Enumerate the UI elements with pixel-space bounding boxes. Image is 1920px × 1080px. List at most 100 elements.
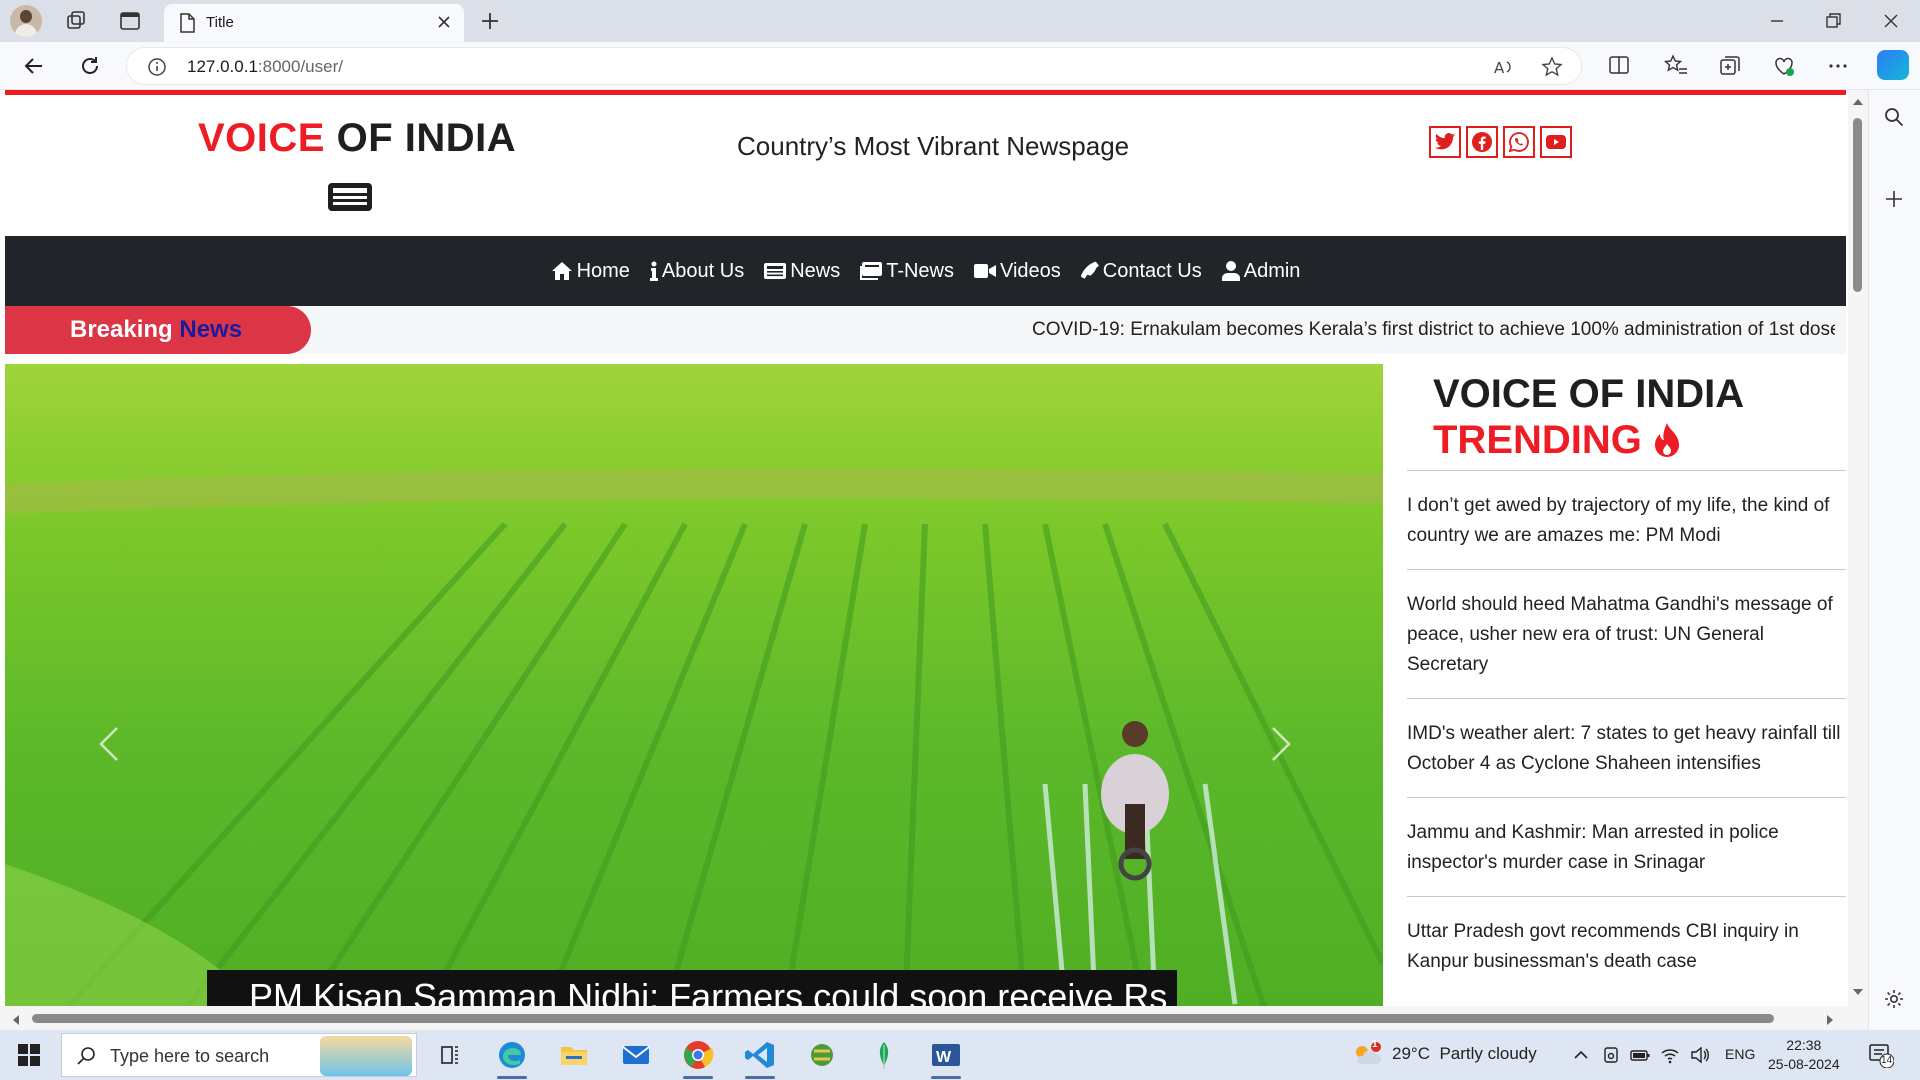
facebook-icon[interactable] [1466,126,1498,158]
trending-item[interactable]: I don’t get awed by trajectory of my lif… [1407,470,1846,569]
youtube-icon[interactable] [1540,126,1572,158]
active-app-indicator [931,1076,961,1079]
breaking-news-bar: Breaking News COVID-19: Ernakulam become… [5,306,1846,354]
nav-admin[interactable]: Admin [1221,259,1301,283]
mongodb-icon[interactable] [866,1037,902,1073]
twitter-icon[interactable] [1429,126,1461,158]
copilot-icon[interactable] [1877,50,1909,80]
collections-icon[interactable] [1718,54,1742,78]
carousel-prev-icon[interactable] [97,724,121,764]
battery-icon[interactable] [1630,1046,1650,1064]
trending-item[interactable]: Uttar Pradesh govt recommends CBI inquir… [1407,896,1846,995]
wifi-icon[interactable] [1660,1046,1680,1064]
nav-home-label: Home [576,259,630,282]
chrome-icon[interactable] [680,1037,716,1073]
tab-title: Title [206,14,234,31]
carousel-next-icon[interactable] [1269,724,1293,764]
nav-news-label: News [790,259,841,282]
split-screen-icon[interactable] [1608,54,1630,76]
back-icon[interactable] [22,54,46,78]
device-icon[interactable] [1602,1046,1620,1064]
volume-icon[interactable] [1690,1046,1710,1064]
horizontal-scroll-thumb[interactable] [32,1014,1774,1023]
trending-item[interactable]: IMD's weather alert: 7 states to get hea… [1407,698,1846,797]
task-view-icon[interactable] [432,1037,468,1073]
address-bar-row: 127.0.0.1:8000/user/ A [0,42,1920,90]
horizontal-scrollbar[interactable] [0,1006,1848,1030]
nav-contact-us-label: Contact Us [1102,259,1202,282]
browser-essentials-icon[interactable] [1772,54,1796,78]
home-icon [551,261,573,281]
scroll-down-icon[interactable] [1852,988,1864,996]
python-snake-app-icon[interactable] [804,1037,840,1073]
trending-item[interactable]: Jammu and Kashmir: Man arrested in polic… [1407,797,1846,896]
site-tagline: Country’s Most Vibrant Newspage [737,131,1130,161]
windows-taskbar: Type here to search W 1 29°C Partly clou… [0,1030,1920,1080]
phone-icon [1080,261,1099,281]
svg-text:A: A [1494,59,1505,77]
windows-start-icon[interactable] [18,1044,40,1066]
read-aloud-icon[interactable]: A [1493,56,1515,78]
vertical-scrollbar[interactable] [1848,90,1868,1030]
input-language[interactable]: ENG [1725,1046,1755,1062]
vertical-scroll-thumb[interactable] [1853,118,1862,292]
trending-heading-line1: VOICE OF INDIA [1433,372,1745,416]
close-window-icon[interactable] [1880,10,1902,32]
restore-icon[interactable] [1822,10,1844,32]
nav-home[interactable]: Home [551,260,630,283]
url-input[interactable]: 127.0.0.1:8000/user/ A [126,47,1582,85]
favorite-star-icon[interactable] [1541,56,1563,78]
trending-item[interactable]: World should heed Mahatma Gandhi's messa… [1407,569,1846,698]
edge-browser-icon[interactable] [494,1037,530,1073]
nav-videos[interactable]: Videos [974,260,1061,283]
minimize-icon[interactable] [1766,10,1788,32]
site-logo[interactable]: VOICE OF INDIA [198,116,516,161]
word-icon[interactable]: W [928,1037,964,1073]
active-app-indicator [683,1076,713,1079]
clock[interactable]: 22:38 25-08-2024 [1768,1036,1840,1074]
refresh-icon[interactable] [78,54,102,78]
breaking-news-ticker[interactable]: COVID-19: Ernakulam becomes Kerala’s fir… [1032,319,1835,341]
tv-news-icon [860,262,883,280]
close-tab-icon[interactable] [434,12,454,32]
add-sidebar-app-icon[interactable] [1883,188,1905,210]
site-info-icon[interactable] [147,57,167,77]
more-options-icon[interactable] [1826,54,1850,78]
nav-admin-label: Admin [1243,259,1301,282]
settings-gear-icon[interactable] [1883,988,1905,1010]
favorites-icon[interactable] [1664,54,1688,76]
scroll-left-icon[interactable] [12,1014,20,1026]
tab-active[interactable]: Title [164,4,464,42]
url-text: 127.0.0.1:8000/user/ [187,57,343,76]
clock-time: 22:38 [1786,1037,1822,1053]
weather-text[interactable]: 29°C Partly cloudy [1392,1044,1537,1064]
nav-about-us[interactable]: About Us [649,259,745,283]
trending-list: I don’t get awed by trajectory of my lif… [1407,470,1846,995]
carousel-caption[interactable]: PM Kisan Samman Nidhi: Farmers could soo… [207,970,1177,1010]
notifications-icon[interactable]: 14 [1868,1042,1894,1068]
vscode-icon[interactable] [742,1037,778,1073]
nav-contact-us[interactable]: Contact Us [1080,259,1202,283]
workspaces-icon[interactable] [64,9,88,33]
news-carousel[interactable]: PM Kisan Samman Nidhi: Farmers could soo… [5,364,1383,1010]
vertical-tabs-icon[interactable] [118,9,142,33]
scroll-right-icon[interactable] [1826,1014,1834,1026]
nav-about-us-label: About Us [661,259,745,282]
nav-t-news[interactable]: T-News [860,260,954,283]
search-icon [76,1046,96,1066]
newspaper-menu-icon[interactable] [327,182,373,212]
file-explorer-icon[interactable] [556,1037,592,1073]
nav-news[interactable]: News [764,260,840,283]
new-tab-icon[interactable] [478,9,502,33]
show-hidden-icons-icon[interactable] [1572,1046,1590,1064]
mail-icon[interactable] [618,1037,654,1073]
carousel-image-rice-field [5,364,1383,1010]
profile-avatar[interactable] [10,5,42,37]
newspaper-icon [764,263,787,279]
breaking-news-label: Breaking News [5,306,311,354]
taskbar-search-input[interactable]: Type here to search [61,1033,417,1077]
top-accent-line [5,90,1846,95]
search-icon[interactable] [1883,106,1905,128]
whatsapp-icon[interactable] [1503,126,1535,158]
scroll-up-icon[interactable] [1852,98,1864,106]
